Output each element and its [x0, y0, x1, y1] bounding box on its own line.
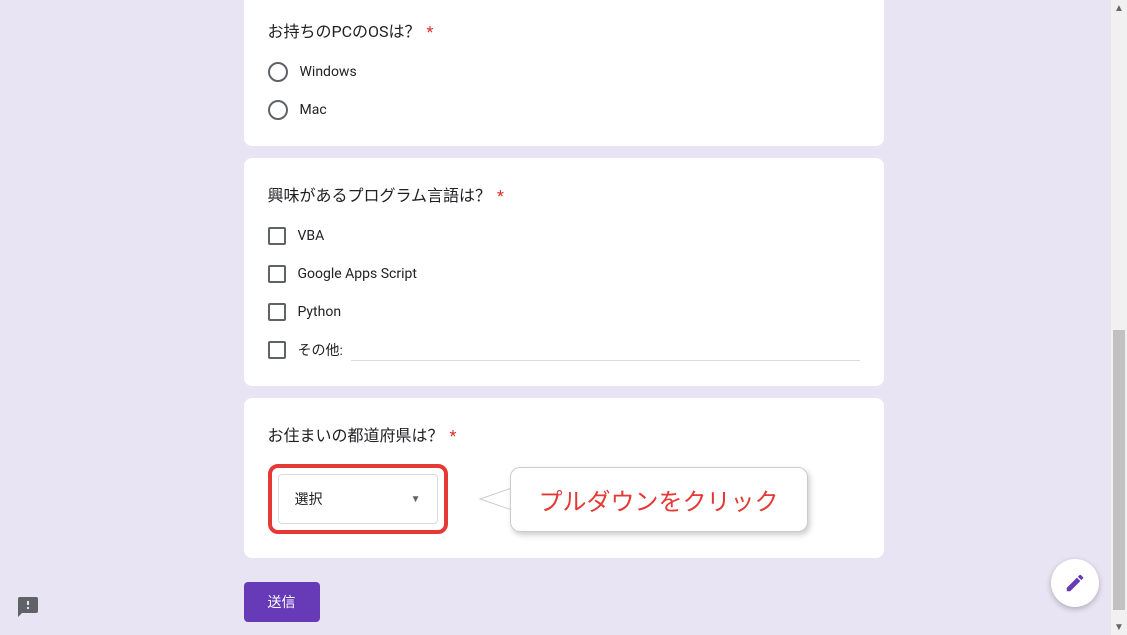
- radio-label: Mac: [300, 102, 327, 118]
- scroll-up-icon[interactable]: ▲: [1111, 0, 1127, 16]
- highlight-annotation: 選択 ▼: [268, 464, 448, 534]
- scrollbar-thumb[interactable]: [1113, 330, 1125, 610]
- radio-option-mac[interactable]: Mac: [268, 98, 860, 122]
- checkbox-icon: [268, 341, 286, 359]
- question-prefecture-title: お住まいの都道府県は？ *: [268, 422, 860, 446]
- checkbox-option-vba[interactable]: VBA: [268, 224, 860, 248]
- question-os-card: お持ちのPCのOSは？ * Windows Mac: [244, 0, 884, 146]
- radio-icon: [268, 62, 288, 82]
- other-input[interactable]: [351, 340, 860, 361]
- checkbox-option-python[interactable]: Python: [268, 300, 860, 324]
- dropdown-value: 選択: [295, 489, 323, 509]
- radio-option-windows[interactable]: Windows: [268, 60, 860, 84]
- callout-text: プルダウンをクリック: [510, 467, 808, 532]
- callout-pointer-icon: [478, 484, 512, 514]
- scroll-down-icon[interactable]: ▼: [1111, 619, 1127, 635]
- checkbox-label: Python: [298, 304, 342, 320]
- question-prefecture-title-text: お住まいの都道府県は？: [268, 426, 444, 445]
- checkbox-icon: [268, 227, 286, 245]
- question-os-title: お持ちのPCのOSは？ *: [268, 18, 860, 42]
- caret-down-icon: ▼: [411, 494, 421, 505]
- required-star: *: [427, 22, 434, 41]
- checkbox-option-other[interactable]: その他:: [268, 338, 860, 362]
- question-language-card: 興味があるプログラム言語は？ * VBA Google Apps Script …: [244, 158, 884, 386]
- pencil-icon: [1064, 572, 1086, 594]
- prefecture-dropdown[interactable]: 選択 ▼: [278, 474, 438, 524]
- checkbox-label: VBA: [298, 228, 325, 244]
- feedback-icon[interactable]: [16, 595, 40, 619]
- radio-icon: [268, 100, 288, 120]
- scrollbar-track[interactable]: ▲ ▼: [1111, 0, 1127, 635]
- question-language-title: 興味があるプログラム言語は？ *: [268, 182, 860, 206]
- edit-fab-button[interactable]: [1051, 559, 1099, 607]
- callout-annotation: プルダウンをクリック: [478, 467, 808, 532]
- checkbox-label-other: その他:: [298, 340, 343, 360]
- checkbox-icon: [268, 265, 286, 283]
- required-star: *: [449, 426, 456, 445]
- checkbox-option-gas[interactable]: Google Apps Script: [268, 262, 860, 286]
- radio-label: Windows: [300, 64, 357, 80]
- question-language-title-text: 興味があるプログラム言語は？: [268, 186, 492, 205]
- checkbox-icon: [268, 303, 286, 321]
- checkbox-label: Google Apps Script: [298, 266, 417, 282]
- question-prefecture-card: お住まいの都道府県は？ * 選択 ▼ プルダウンをクリック: [244, 398, 884, 558]
- question-os-title-text: お持ちのPCのOSは？: [268, 22, 421, 41]
- submit-button[interactable]: 送信: [244, 582, 320, 622]
- required-star: *: [497, 186, 504, 205]
